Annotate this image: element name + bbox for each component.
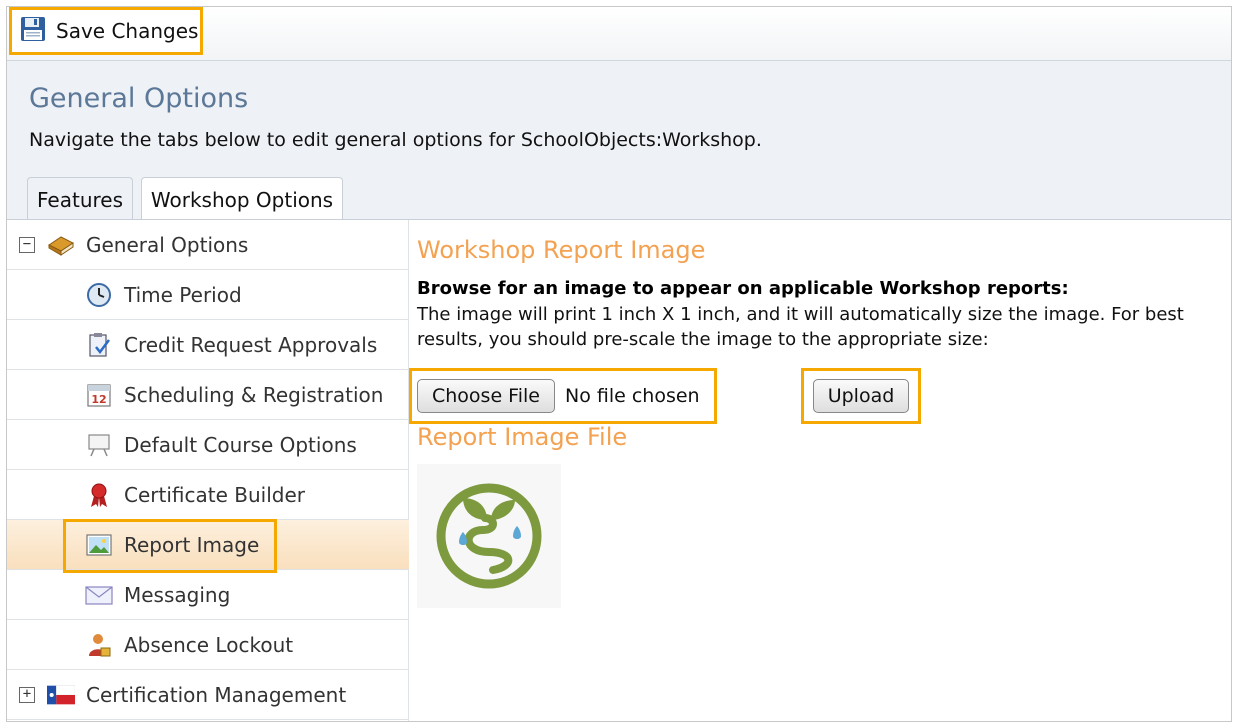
tree-item-label: Time Period [124,282,242,307]
calendar-icon: 12 [85,381,113,409]
tab-features[interactable]: Features [27,177,133,219]
tree-item-credit-request-approvals[interactable]: Credit Request Approvals [7,320,409,370]
browse-heading: Browse for an image to appear on applica… [417,278,1069,299]
user-lock-icon [85,631,113,659]
tree-item-label: Default Course Options [124,432,357,457]
app-window: Save Changes General Options Navigate th… [6,6,1232,722]
tree-item-label: Credit Request Approvals [124,332,378,357]
report-image-file-title: Report Image File [417,423,628,451]
floppy-disk-icon [20,16,46,46]
tree-item-label: Absence Lockout [124,632,294,657]
section-title: Workshop Report Image [417,236,706,264]
book-icon [47,231,75,259]
upload-button[interactable]: Upload [812,379,910,413]
tab-workshop-options-label: Workshop Options [150,188,334,212]
save-changes-button[interactable]: Save Changes [9,7,203,55]
envelope-icon [85,581,113,609]
collapse-icon[interactable]: − [19,236,35,253]
file-status-text: No file chosen [564,385,700,407]
tab-features-label: Features [37,188,123,212]
page-description: Navigate the tabs below to edit general … [29,129,762,151]
tree-item-default-course-options[interactable]: Default Course Options [7,420,409,470]
content-area: − General Options Time Period Credit Req… [7,220,1231,721]
plant-logo-icon [436,483,542,589]
tree-item-time-period[interactable]: Time Period [7,270,409,320]
easel-icon [85,431,113,459]
choose-file-button[interactable]: Choose File [417,379,555,413]
clock-icon [85,281,113,309]
report-image-highlight [63,519,277,573]
tree-item-certification-management[interactable]: + Certification Management [7,670,409,720]
file-input: Choose File No file chosen [409,368,717,424]
page-title: General Options [29,83,249,114]
browse-description: The image will print 1 inch X 1 inch, an… [417,304,1184,350]
tree-item-absence-lockout[interactable]: Absence Lockout [7,620,409,670]
tree-item-general-options[interactable]: − General Options [7,220,409,270]
tree-item-label: General Options [86,232,249,257]
tree-item-scheduling-registration[interactable]: 12 Scheduling & Registration [7,370,409,420]
svg-text:12: 12 [91,393,106,406]
clipboard-check-icon [85,331,113,359]
tree-item-label: Messaging [124,582,231,607]
tab-workshop-options[interactable]: Workshop Options [141,177,343,221]
tree-item-label: Certification Management [86,682,347,707]
tree-item-certificate-builder[interactable]: Certificate Builder [7,470,409,520]
report-image-preview [417,464,561,608]
options-tree: − General Options Time Period Credit Req… [7,220,409,721]
expand-icon[interactable]: + [19,686,35,703]
upload-highlight: Upload [801,368,921,424]
toolbar: Save Changes [7,7,1231,61]
save-changes-label: Save Changes [56,19,199,43]
ribbon-award-icon [85,481,113,509]
flag-icon [47,681,75,709]
tree-item-label: Scheduling & Registration [124,382,384,407]
tree-item-label: Certificate Builder [124,482,305,507]
tree-item-messaging[interactable]: Messaging [7,570,409,620]
